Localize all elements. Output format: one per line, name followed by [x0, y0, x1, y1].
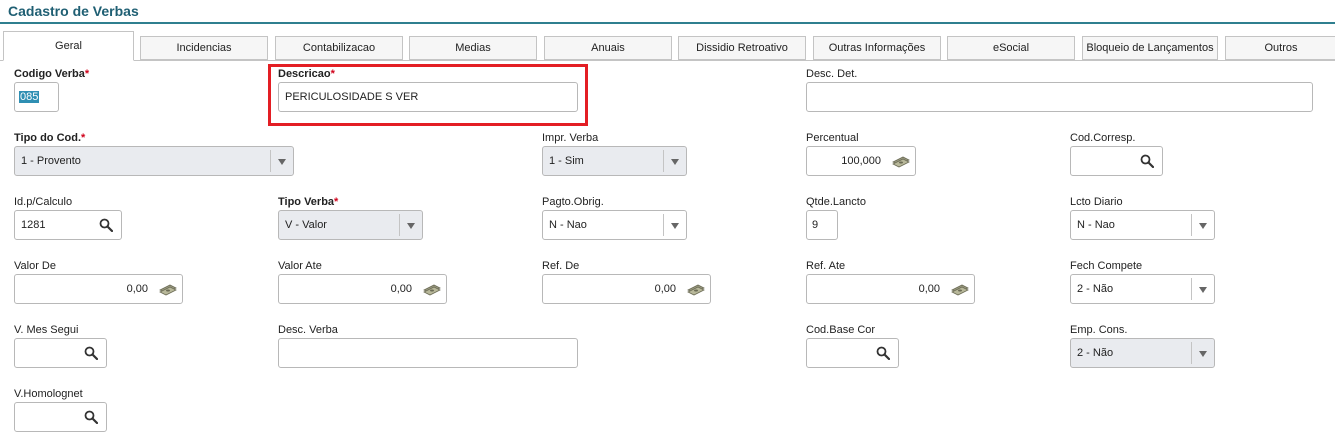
money-icon[interactable]	[950, 281, 970, 297]
ref-de-label: Ref. De	[542, 260, 580, 272]
tipo-do-cod-select[interactable]: 1 - Provento	[14, 146, 294, 176]
qtde-lancto-label: Qtde.Lancto	[806, 196, 866, 208]
impr-verba-value: 1 - Sim	[549, 155, 584, 167]
cod-corresp-input[interactable]	[1070, 146, 1163, 176]
ref-ate-input[interactable]: 0,00	[806, 274, 975, 304]
tab-outras-informacoes[interactable]: Outras Informações	[813, 36, 941, 60]
tipo-verba-label: Tipo Verba*	[278, 196, 339, 208]
percentual-value: 100,000	[841, 155, 881, 167]
tab-contabilizacao[interactable]: Contabilizacao	[275, 36, 403, 60]
id-p-calculo-value: 1281	[21, 219, 46, 231]
v-homolognet-label: V.Homolognet	[14, 388, 83, 400]
tipo-verba-value: V - Valor	[285, 219, 327, 231]
desc-det-input[interactable]	[806, 82, 1313, 112]
desc-det-label: Desc. Det.	[806, 68, 858, 80]
pagto-obrig-select[interactable]: N - Nao	[542, 210, 687, 240]
impr-verba-select[interactable]: 1 - Sim	[542, 146, 687, 176]
chevron-down-icon	[1191, 214, 1214, 236]
descricao-highlight-frame	[268, 64, 588, 126]
codigo-verba-value: 085	[19, 91, 40, 103]
chevron-down-icon	[1191, 342, 1214, 364]
tab-esocial[interactable]: eSocial	[947, 36, 1075, 60]
id-p-calculo-input[interactable]: 1281	[14, 210, 122, 240]
chevron-down-icon	[1191, 278, 1214, 300]
chevron-down-icon	[270, 150, 293, 172]
v-mes-segui-input[interactable]	[14, 338, 107, 368]
valor-ate-input[interactable]: 0,00	[278, 274, 447, 304]
money-icon[interactable]	[891, 153, 911, 169]
tab-anuais[interactable]: Anuais	[544, 36, 672, 60]
page-title: Cadastro de Verbas	[8, 3, 139, 19]
valor-de-value: 0,00	[126, 283, 148, 295]
tab-geral[interactable]: Geral	[3, 31, 134, 61]
tabs-baseline	[0, 60, 1335, 61]
cod-base-cor-input[interactable]	[806, 338, 899, 368]
lcto-diario-label: Lcto Diario	[1070, 196, 1123, 208]
emp-cons-label: Emp. Cons.	[1070, 324, 1128, 336]
tipo-do-cod-label: Tipo do Cod.*	[14, 132, 86, 144]
chevron-down-icon	[663, 150, 686, 172]
pagto-obrig-label: Pagto.Obrig.	[542, 196, 604, 208]
search-icon[interactable]	[84, 346, 98, 360]
money-icon[interactable]	[158, 281, 178, 297]
tab-dissidio-retroativo[interactable]: Dissidio Retroativo	[678, 36, 806, 60]
impr-verba-label: Impr. Verba	[542, 132, 599, 144]
codigo-verba-label: Codigo Verba*	[14, 68, 90, 80]
fech-compete-select[interactable]: 2 - Não	[1070, 274, 1215, 304]
ref-ate-value: 0,00	[918, 283, 940, 295]
tab-incidencias[interactable]: Incidencias	[140, 36, 268, 60]
valor-de-label: Valor De	[14, 260, 56, 272]
ref-de-value: 0,00	[654, 283, 676, 295]
fech-compete-value: 2 - Não	[1077, 283, 1114, 295]
v-mes-segui-label: V. Mes Segui	[14, 324, 79, 336]
percentual-input[interactable]: 100,000	[806, 146, 916, 176]
search-icon[interactable]	[876, 346, 890, 360]
ref-de-input[interactable]: 0,00	[542, 274, 711, 304]
cod-base-cor-label: Cod.Base Cor	[806, 324, 876, 336]
valor-de-input[interactable]: 0,00	[14, 274, 183, 304]
search-icon[interactable]	[1140, 154, 1154, 168]
tab-bloqueio-de-lancamentos[interactable]: Bloqueio de Lançamentos	[1082, 36, 1218, 60]
tab-medias[interactable]: Medias	[409, 36, 537, 60]
tipo-verba-select[interactable]: V - Valor	[278, 210, 423, 240]
qtde-lancto-value: 9	[812, 219, 819, 231]
valor-ate-value: 0,00	[390, 283, 412, 295]
title-divider	[0, 22, 1335, 24]
emp-cons-select[interactable]: 2 - Não	[1070, 338, 1215, 368]
percentual-label: Percentual	[806, 132, 859, 144]
fech-compete-label: Fech Compete	[1070, 260, 1143, 272]
emp-cons-value: 2 - Não	[1077, 347, 1114, 359]
search-icon[interactable]	[84, 410, 98, 424]
codigo-verba-input[interactable]: 085	[14, 82, 59, 112]
lcto-diario-value: N - Nao	[1077, 219, 1115, 231]
id-p-calculo-label: Id.p/Calculo	[14, 196, 73, 208]
v-homolognet-input[interactable]	[14, 402, 107, 432]
chevron-down-icon	[663, 214, 686, 236]
money-icon[interactable]	[422, 281, 442, 297]
search-icon[interactable]	[99, 218, 113, 232]
pagto-obrig-value: N - Nao	[549, 219, 587, 231]
chevron-down-icon	[399, 214, 422, 236]
valor-ate-label: Valor Ate	[278, 260, 322, 272]
desc-verba-input[interactable]	[278, 338, 578, 368]
ref-ate-label: Ref. Ate	[806, 260, 846, 272]
lcto-diario-select[interactable]: N - Nao	[1070, 210, 1215, 240]
desc-verba-label: Desc. Verba	[278, 324, 338, 336]
tipo-do-cod-value: 1 - Provento	[21, 155, 81, 167]
cod-corresp-label: Cod.Corresp.	[1070, 132, 1136, 144]
money-icon[interactable]	[686, 281, 706, 297]
qtde-lancto-input[interactable]: 9	[806, 210, 838, 240]
tab-outros[interactable]: Outros	[1225, 36, 1335, 60]
